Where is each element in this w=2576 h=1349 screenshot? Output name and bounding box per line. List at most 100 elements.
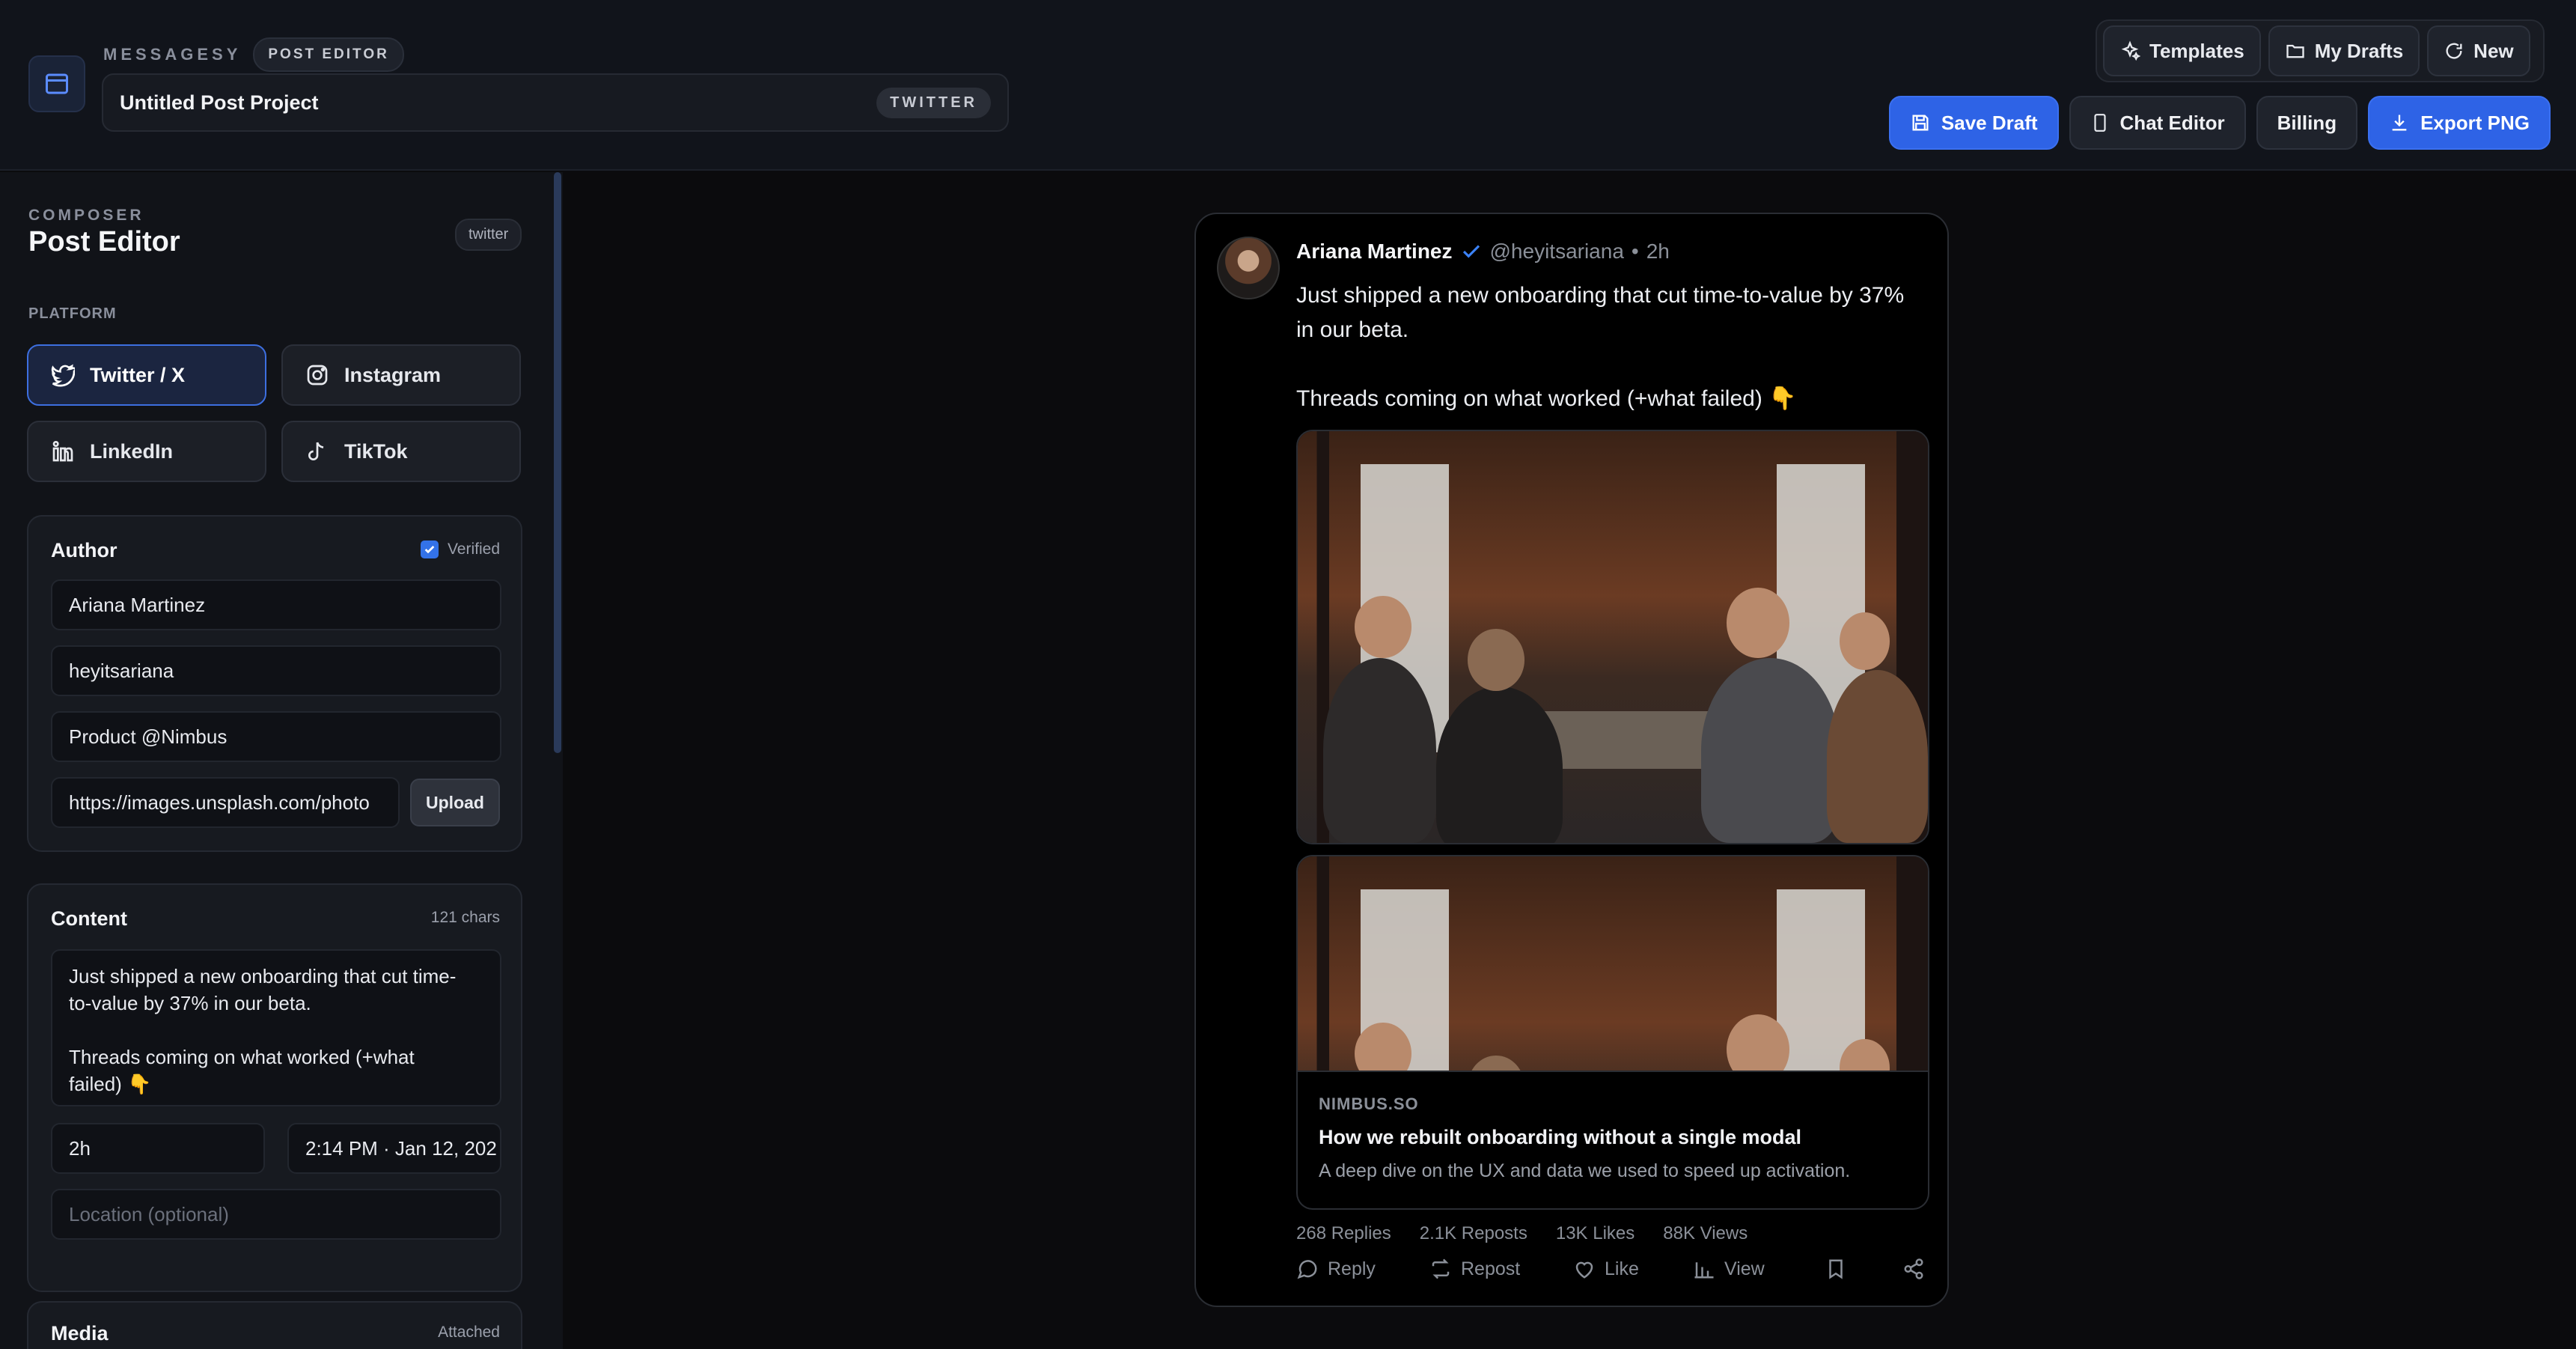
- save-draft-label: Save Draft: [1941, 111, 2038, 134]
- repost-button[interactable]: Repost: [1429, 1258, 1520, 1280]
- chat-editor-label: Chat Editor: [2119, 111, 2225, 134]
- platform-linkedin-button[interactable]: LinkedIn: [27, 421, 266, 482]
- repost-icon: [1432, 1258, 1450, 1279]
- refresh-icon: [2446, 43, 2462, 59]
- templates-label: Templates: [2149, 39, 2244, 62]
- save-icon: [1912, 115, 1929, 131]
- layout-icon[interactable]: [28, 55, 85, 112]
- platform-twitter-button[interactable]: Twitter / X: [27, 344, 266, 406]
- top-nav: Templates My Drafts New: [2096, 19, 2545, 82]
- avatar: [1217, 237, 1280, 299]
- my-drafts-button[interactable]: My Drafts: [2268, 25, 2420, 76]
- project-name-field[interactable]: Untitled Post Project TWITTER: [102, 73, 1009, 132]
- likes-count: 13K Likes: [1555, 1223, 1635, 1243]
- tweet-text: Just shipped a new onboarding that cut t…: [1296, 283, 1905, 411]
- author-panel: Author Verified Ariana Martinez heyitsar…: [27, 515, 522, 852]
- mode-pill: POST EDITOR: [253, 37, 404, 72]
- avatar-url-field[interactable]: https://images.unsplash.com/photo: [51, 777, 400, 828]
- platform-tag: twitter: [455, 219, 522, 251]
- reposts-count: 2.1K Reposts: [1419, 1223, 1527, 1243]
- bookmark-button[interactable]: [1825, 1258, 1847, 1280]
- like-button[interactable]: Like: [1573, 1258, 1639, 1280]
- link-card[interactable]: NIMBUS.SO How we rebuilt onboarding with…: [1296, 1072, 1929, 1210]
- media-panel: Media Attached: [27, 1301, 522, 1349]
- project-name[interactable]: Untitled Post Project: [120, 91, 319, 115]
- office-photo: [1298, 431, 1928, 843]
- platform-instagram-button[interactable]: Instagram: [281, 344, 521, 406]
- verified-checkbox[interactable]: [420, 540, 439, 558]
- chat-editor-button[interactable]: Chat Editor: [2069, 96, 2246, 150]
- view-button[interactable]: View: [1693, 1258, 1765, 1280]
- phone-icon: [2093, 114, 2106, 132]
- tiktok-icon: [308, 442, 324, 460]
- link-card-image[interactable]: [1296, 855, 1929, 1072]
- action-buttons: Save Draft Chat Editor Billing Export PN…: [1888, 96, 2551, 150]
- upload-button[interactable]: Upload: [410, 779, 500, 826]
- instagram-icon: [307, 365, 328, 386]
- platform-twitter-label: Twitter / X: [90, 363, 186, 386]
- verified-badge-icon: [1462, 245, 1480, 258]
- sparkles-icon: [2121, 40, 2140, 61]
- view-label: View: [1724, 1258, 1765, 1279]
- linkedin-icon: [52, 441, 73, 462]
- replies-count: 268 Replies: [1296, 1223, 1391, 1243]
- download-icon: [2392, 115, 2407, 131]
- top-bar: MESSAGESY POST EDITOR Untitled Post Proj…: [0, 0, 2576, 171]
- platform-tiktok-button[interactable]: TikTok: [281, 421, 521, 482]
- verified-label: Verified: [447, 540, 500, 558]
- author-name-field[interactable]: Ariana Martinez: [51, 579, 501, 630]
- export-png-label: Export PNG: [2420, 111, 2530, 134]
- heart-icon: [1575, 1261, 1593, 1279]
- bookmark-icon: [1829, 1259, 1843, 1279]
- reply-label: Reply: [1328, 1258, 1376, 1279]
- content-title: Content: [51, 907, 127, 930]
- reply-icon: [1297, 1260, 1317, 1279]
- templates-button[interactable]: Templates: [2103, 25, 2261, 76]
- platform-tiktok-label: TikTok: [344, 439, 408, 463]
- views-count: 88K Views: [1663, 1223, 1748, 1243]
- save-draft-button[interactable]: Save Draft: [1888, 96, 2059, 150]
- platform-label: PLATFORM: [28, 305, 117, 322]
- media-status: Attached: [438, 1324, 500, 1341]
- author-handle-field[interactable]: heyitsariana: [51, 645, 501, 696]
- tweet-actions: Reply Repost Like View: [1296, 1258, 1929, 1288]
- platform-linkedin-label: LinkedIn: [90, 439, 174, 463]
- bar-chart-icon: [1694, 1262, 1714, 1279]
- content-panel: Content 121 chars Just shipped a new onb…: [27, 883, 522, 1292]
- brand-row: MESSAGESY POST EDITOR: [103, 37, 404, 72]
- char-count: 121 chars: [430, 909, 500, 926]
- sidebar-scrollbar[interactable]: [554, 172, 561, 753]
- verified-toggle[interactable]: Verified: [420, 540, 500, 558]
- media-title: Media: [51, 1322, 109, 1345]
- tweet-author-handle: @heyitsariana: [1489, 240, 1624, 263]
- location-field[interactable]: Location (optional): [51, 1189, 501, 1240]
- author-bio-field[interactable]: Product @Nimbus: [51, 711, 501, 762]
- tweet-author-name: Ariana Martinez: [1296, 240, 1453, 263]
- composer-sidebar[interactable]: COMPOSER Post Editor twitter PLATFORM Tw…: [0, 172, 563, 1349]
- link-card-photo: [1298, 856, 1928, 1071]
- twitter-icon: [51, 364, 75, 387]
- like-label: Like: [1605, 1258, 1639, 1279]
- tweet-header: Ariana Martinez @heyitsariana • 2h: [1296, 240, 1670, 264]
- new-button[interactable]: New: [2427, 25, 2530, 76]
- relative-time-field[interactable]: 2h: [51, 1123, 265, 1174]
- billing-button[interactable]: Billing: [2256, 96, 2358, 150]
- export-png-button[interactable]: Export PNG: [2368, 96, 2551, 150]
- folder-icon: [2286, 44, 2304, 58]
- share-button[interactable]: [1902, 1258, 1925, 1280]
- share-icon: [1904, 1258, 1923, 1279]
- new-label: New: [2473, 39, 2514, 62]
- link-domain: NIMBUS.SO: [1319, 1094, 1419, 1113]
- link-description: A deep dive on the UX and data we used t…: [1319, 1160, 1851, 1181]
- repost-label: Repost: [1461, 1258, 1521, 1279]
- platform-pill: TWITTER: [876, 87, 991, 118]
- content-textarea[interactable]: Just shipped a new onboarding that cut t…: [51, 949, 501, 1106]
- tweet-image: [1296, 430, 1929, 844]
- billing-label: Billing: [2277, 111, 2337, 134]
- my-drafts-label: My Drafts: [2314, 39, 2404, 62]
- separator-dot: •: [1631, 240, 1639, 263]
- link-title: How we rebuilt onboarding without a sing…: [1319, 1126, 1802, 1148]
- timestamp-field[interactable]: 2:14 PM · Jan 12, 202: [287, 1123, 501, 1174]
- reply-button[interactable]: Reply: [1296, 1258, 1376, 1280]
- section-label: COMPOSER: [28, 207, 144, 224]
